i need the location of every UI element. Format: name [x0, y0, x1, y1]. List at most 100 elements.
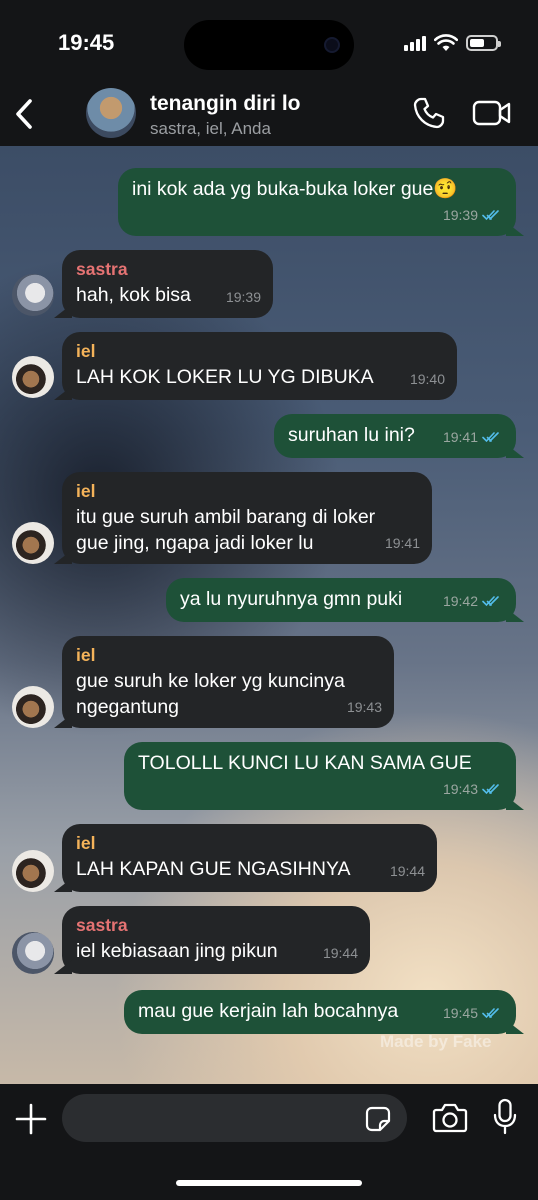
message-list[interactable]: ini kok ada yg buka-buka loker gue🤨 19:39…	[0, 146, 538, 1084]
chat-screen: 19:45 tenangin diri lo sastra, iel, Anda	[0, 0, 538, 1200]
incoming-message-bubble[interactable]: sastra iel kebiasaan jing pikun 19:44	[54, 906, 370, 974]
message-text: TOLOLLL KUNCI LU KAN SAMA GUE	[138, 752, 472, 774]
message-sender-name[interactable]: iel	[76, 832, 423, 854]
bubble-tail	[54, 550, 72, 564]
sender-avatar-iel[interactable]	[12, 850, 54, 892]
message-time: 19:39	[442, 207, 478, 223]
message-meta: 19:40	[410, 366, 445, 392]
bubble-tail	[506, 1020, 524, 1034]
sender-avatar-iel[interactable]	[12, 356, 54, 398]
sticker-icon	[365, 1106, 391, 1132]
message-text: itu gue suruh ambil barang di loker gue …	[76, 506, 376, 554]
back-button[interactable]	[10, 96, 40, 132]
camera-button[interactable]	[432, 1102, 468, 1134]
message-text: LAH KAPAN GUE NGASIHNYA	[76, 858, 351, 880]
camera-icon	[432, 1103, 468, 1133]
bubble-tail	[54, 960, 72, 974]
front-camera	[324, 37, 340, 53]
message-sender-name[interactable]: iel	[76, 340, 443, 362]
wifi-icon	[434, 34, 458, 51]
message-time: 19:39	[225, 289, 261, 305]
double-check-icon	[482, 432, 499, 443]
group-name[interactable]: tenangin diri lo	[150, 92, 301, 116]
chevron-left-icon	[16, 99, 32, 129]
message-input-container	[62, 1094, 407, 1142]
message-text: LAH KOK LOKER LU YG DIBUKA	[76, 366, 374, 388]
voice-call-button[interactable]	[412, 96, 446, 130]
message-sender-name[interactable]: iel	[76, 480, 418, 502]
group-avatar[interactable]	[86, 88, 136, 138]
group-members[interactable]: sastra, iel, Anda	[150, 119, 271, 139]
outgoing-message-bubble[interactable]: mau gue kerjain lah bocahnya 19:45	[124, 990, 524, 1034]
message-sender-name[interactable]: sastra	[76, 258, 259, 280]
video-call-button[interactable]	[472, 98, 512, 128]
outgoing-message-bubble[interactable]: TOLOLLL KUNCI LU KAN SAMA GUE 19:43	[124, 742, 524, 810]
incoming-message-bubble[interactable]: iel itu gue suruh ambil barang di loker g…	[54, 472, 432, 564]
bubble-tail	[506, 608, 524, 622]
home-indicator[interactable]	[176, 1180, 362, 1186]
message-input[interactable]	[78, 1094, 358, 1142]
sender-avatar-iel[interactable]	[12, 522, 54, 564]
microphone-icon	[493, 1098, 517, 1135]
incoming-message-bubble[interactable]: sastra hah, kok bisa 19:39	[54, 250, 273, 318]
sender-avatar-sastra[interactable]	[12, 274, 54, 316]
bubble-tail	[506, 222, 524, 236]
message-meta: 19:44	[323, 940, 358, 966]
top-bar: 19:45 tenangin diri lo sastra, iel, Anda	[0, 0, 538, 146]
sender-avatar-sastra[interactable]	[12, 932, 54, 974]
double-check-icon	[482, 1008, 499, 1019]
phone-icon	[413, 97, 445, 129]
outgoing-message-bubble[interactable]: ya lu nyuruhnya gmn puki 19:42	[166, 578, 524, 622]
bubble-tail	[54, 304, 72, 318]
bubble-tail	[54, 386, 72, 400]
message-time: 19:45	[442, 1005, 478, 1021]
message-sender-name[interactable]: sastra	[76, 914, 356, 936]
message-meta: 19:43	[347, 694, 382, 720]
bubble-tail	[506, 796, 524, 810]
status-time: 19:45	[58, 30, 115, 55]
double-check-icon	[482, 210, 499, 221]
incoming-message-bubble[interactable]: iel LAH KAPAN GUE NGASIHNYA 19:44	[54, 824, 437, 892]
message-meta: 19:39	[226, 284, 261, 310]
bubble-tail	[506, 444, 524, 458]
message-text: gue suruh ke loker yg kuncinya ngegantun…	[76, 670, 345, 718]
message-meta: 19:43	[443, 776, 504, 802]
plus-icon	[15, 1103, 47, 1135]
message-meta: 19:45	[443, 1000, 504, 1026]
message-text: iel kebiasaan jing pikun	[76, 940, 278, 962]
message-time: 19:43	[346, 699, 382, 715]
message-sender-name[interactable]: iel	[76, 644, 380, 666]
message-meta: 19:41	[443, 424, 504, 450]
attach-button[interactable]	[14, 1102, 48, 1136]
message-time: 19:41	[442, 429, 478, 445]
dynamic-island	[184, 20, 354, 70]
message-meta: 19:44	[390, 858, 425, 884]
message-meta: 19:42	[443, 588, 504, 614]
video-camera-icon	[472, 100, 511, 126]
outgoing-message-bubble[interactable]: ini kok ada yg buka-buka loker gue🤨 19:39	[118, 168, 524, 236]
cellular-signal-icon	[404, 35, 426, 51]
bubble-tail	[54, 714, 72, 728]
outgoing-message-bubble[interactable]: suruhan lu ini? 19:41	[274, 414, 524, 458]
message-time: 19:43	[442, 781, 478, 797]
battery-icon	[466, 35, 501, 51]
microphone-button[interactable]	[492, 1098, 518, 1136]
double-check-icon	[482, 596, 499, 607]
message-time: 19:44	[389, 863, 425, 879]
message-meta: 19:41	[385, 530, 420, 556]
bubble-tail	[54, 878, 72, 892]
status-icons	[404, 34, 501, 52]
message-meta: 19:39	[443, 202, 504, 228]
incoming-message-bubble[interactable]: iel LAH KOK LOKER LU YG DIBUKA 19:40	[54, 332, 457, 400]
message-time: 19:41	[384, 535, 420, 551]
message-time: 19:42	[442, 593, 478, 609]
message-time: 19:40	[409, 371, 445, 387]
message-time: 19:44	[322, 945, 358, 961]
double-check-icon	[482, 784, 499, 795]
sticker-button[interactable]	[365, 1106, 391, 1132]
incoming-message-bubble[interactable]: iel gue suruh ke loker yg kuncinya ngegan…	[54, 636, 394, 728]
sender-avatar-iel[interactable]	[12, 686, 54, 728]
watermark: Made by Fake	[380, 1032, 492, 1051]
composer-bar	[0, 1084, 538, 1200]
message-text: ini kok ada yg buka-buka loker gue🤨	[132, 178, 458, 200]
